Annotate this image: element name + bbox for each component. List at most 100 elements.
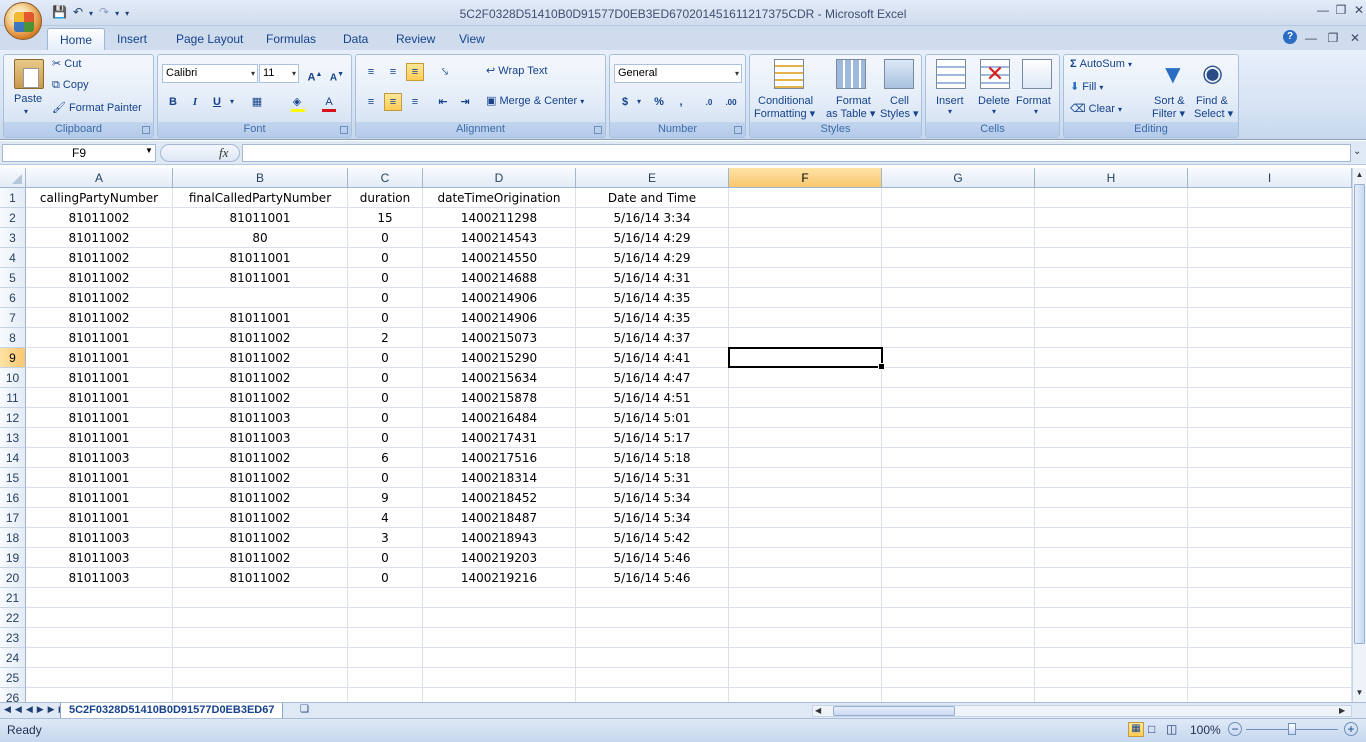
row-header-2[interactable]: 2 bbox=[0, 208, 26, 228]
vertical-scroll-thumb[interactable] bbox=[1354, 184, 1365, 644]
cell-i7[interactable] bbox=[1188, 308, 1352, 328]
cell-i1[interactable] bbox=[1188, 188, 1352, 208]
cell-i5[interactable] bbox=[1188, 268, 1352, 288]
row-header-19[interactable]: 19 bbox=[0, 548, 26, 568]
cell-g6[interactable] bbox=[882, 288, 1035, 308]
cell-f1[interactable] bbox=[729, 188, 882, 208]
align-left-icon[interactable]: ≡ bbox=[362, 93, 380, 111]
cell-h5[interactable] bbox=[1035, 268, 1188, 288]
cell-a24[interactable] bbox=[26, 648, 173, 668]
cell-g13[interactable] bbox=[882, 428, 1035, 448]
cell-h26[interactable] bbox=[1035, 688, 1188, 702]
column-header-d[interactable]: D bbox=[423, 168, 576, 188]
workbook-restore-icon[interactable]: ❐ bbox=[1324, 31, 1342, 47]
cell-d18[interactable]: 1400218943 bbox=[423, 528, 576, 548]
cell-f2[interactable] bbox=[729, 208, 882, 228]
dialog-launcher-icon[interactable] bbox=[142, 126, 150, 134]
tab-data[interactable]: Data bbox=[331, 28, 380, 50]
cell-i2[interactable] bbox=[1188, 208, 1352, 228]
cell-g21[interactable] bbox=[882, 588, 1035, 608]
cell-e21[interactable] bbox=[576, 588, 729, 608]
row-header-6[interactable]: 6 bbox=[0, 288, 26, 308]
cell-d26[interactable] bbox=[423, 688, 576, 702]
cell-i21[interactable] bbox=[1188, 588, 1352, 608]
cell-d10[interactable]: 1400215634 bbox=[423, 368, 576, 388]
cell-g10[interactable] bbox=[882, 368, 1035, 388]
cell-g26[interactable] bbox=[882, 688, 1035, 702]
column-header-i[interactable]: I bbox=[1188, 168, 1352, 188]
cell-e23[interactable] bbox=[576, 628, 729, 648]
column-header-e[interactable]: E bbox=[576, 168, 729, 188]
format-painter-button[interactable]: 🖌 Format Painter bbox=[52, 101, 142, 114]
expand-formula-bar-icon[interactable]: ⌄ bbox=[1353, 146, 1361, 157]
cell-a26[interactable] bbox=[26, 688, 173, 702]
cell-g7[interactable] bbox=[882, 308, 1035, 328]
cell-f10[interactable] bbox=[729, 368, 882, 388]
cell-d6[interactable]: 1400214906 bbox=[423, 288, 576, 308]
row-header-8[interactable]: 8 bbox=[0, 328, 26, 348]
row-header-13[interactable]: 13 bbox=[0, 428, 26, 448]
cell-a3[interactable]: 81011002 bbox=[26, 228, 173, 248]
cell-d12[interactable]: 1400216484 bbox=[423, 408, 576, 428]
cell-c20[interactable]: 0 bbox=[348, 568, 423, 588]
row-header-20[interactable]: 20 bbox=[0, 568, 26, 588]
cell-c2[interactable]: 15 bbox=[348, 208, 423, 228]
cell-b15[interactable]: 81011002 bbox=[173, 468, 348, 488]
cell-e25[interactable] bbox=[576, 668, 729, 688]
row-header-16[interactable]: 16 bbox=[0, 488, 26, 508]
cell-g1[interactable] bbox=[882, 188, 1035, 208]
cut-button[interactable]: ✂ Cut bbox=[52, 57, 81, 70]
underline-button[interactable]: U bbox=[208, 93, 226, 111]
column-header-g[interactable]: G bbox=[882, 168, 1035, 188]
cell-i18[interactable] bbox=[1188, 528, 1352, 548]
cell-a4[interactable]: 81011002 bbox=[26, 248, 173, 268]
cell-e17[interactable]: 5/16/14 5:34 bbox=[576, 508, 729, 528]
insert-cells-button[interactable]: Insert ▾ bbox=[930, 57, 972, 119]
decrease-decimal-icon[interactable]: .00 bbox=[722, 93, 740, 111]
cell-d1[interactable]: dateTimeOrigination bbox=[423, 188, 576, 208]
cell-f4[interactable] bbox=[729, 248, 882, 268]
cell-h3[interactable] bbox=[1035, 228, 1188, 248]
sort-filter-button[interactable]: ▼ Sort & Filter ▾ bbox=[1152, 57, 1194, 120]
cell-d21[interactable] bbox=[423, 588, 576, 608]
normal-view-icon[interactable]: ▦ bbox=[1128, 722, 1144, 737]
insert-function-button[interactable]: fx bbox=[219, 145, 228, 161]
cell-c24[interactable] bbox=[348, 648, 423, 668]
cell-a10[interactable]: 81011001 bbox=[26, 368, 173, 388]
cell-f25[interactable] bbox=[729, 668, 882, 688]
row-header-22[interactable]: 22 bbox=[0, 608, 26, 628]
page-layout-view-icon[interactable]: □ bbox=[1148, 722, 1155, 736]
zoom-level[interactable]: 100% bbox=[1190, 723, 1221, 737]
cell-c26[interactable] bbox=[348, 688, 423, 702]
cell-f19[interactable] bbox=[729, 548, 882, 568]
cell-c9[interactable]: 0 bbox=[348, 348, 423, 368]
cell-h15[interactable] bbox=[1035, 468, 1188, 488]
cell-g24[interactable] bbox=[882, 648, 1035, 668]
cell-c15[interactable]: 0 bbox=[348, 468, 423, 488]
cell-d13[interactable]: 1400217431 bbox=[423, 428, 576, 448]
cell-i16[interactable] bbox=[1188, 488, 1352, 508]
fill-button[interactable]: ⬇ Fill ▾ bbox=[1070, 80, 1103, 93]
cell-e4[interactable]: 5/16/14 4:29 bbox=[576, 248, 729, 268]
cell-d20[interactable]: 1400219216 bbox=[423, 568, 576, 588]
cell-i3[interactable] bbox=[1188, 228, 1352, 248]
cell-c14[interactable]: 6 bbox=[348, 448, 423, 468]
cell-e10[interactable]: 5/16/14 4:47 bbox=[576, 368, 729, 388]
cell-i10[interactable] bbox=[1188, 368, 1352, 388]
find-select-button[interactable]: ◉ Find & Select ▾ bbox=[1194, 57, 1238, 120]
cell-g17[interactable] bbox=[882, 508, 1035, 528]
scroll-left-icon[interactable]: ◀ bbox=[815, 706, 821, 715]
column-header-b[interactable]: B bbox=[173, 168, 348, 188]
cell-h6[interactable] bbox=[1035, 288, 1188, 308]
cell-b3[interactable]: 80 bbox=[173, 228, 348, 248]
cell-f7[interactable] bbox=[729, 308, 882, 328]
cell-g25[interactable] bbox=[882, 668, 1035, 688]
row-header-21[interactable]: 21 bbox=[0, 588, 26, 608]
decrease-indent-icon[interactable]: ⇤ bbox=[434, 93, 452, 111]
dialog-launcher-icon[interactable] bbox=[734, 126, 742, 134]
cell-i4[interactable] bbox=[1188, 248, 1352, 268]
cell-e18[interactable]: 5/16/14 5:42 bbox=[576, 528, 729, 548]
help-icon[interactable]: ? bbox=[1283, 30, 1297, 44]
format-cells-button[interactable]: Format ▾ bbox=[1016, 57, 1058, 119]
horizontal-scroll-thumb[interactable] bbox=[833, 706, 955, 716]
